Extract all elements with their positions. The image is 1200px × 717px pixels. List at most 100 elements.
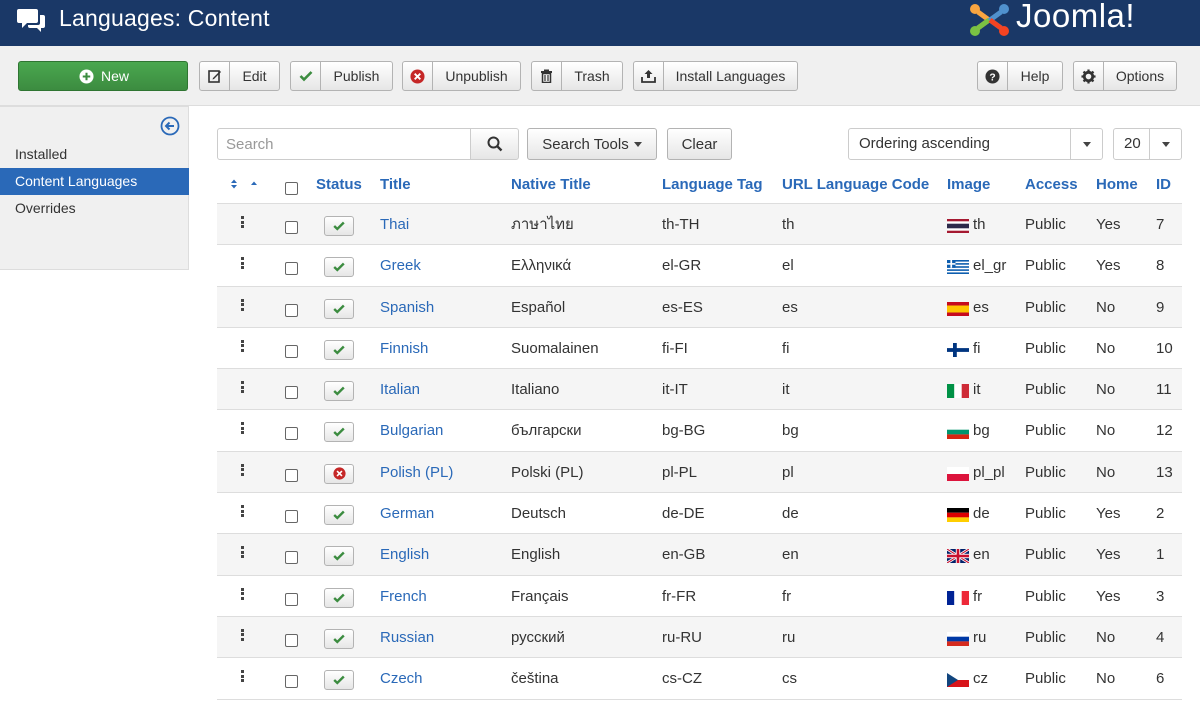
language-title-link[interactable]: Greek [380, 245, 421, 286]
sort-ordering-icon[interactable] [229, 178, 259, 190]
language-id: 2 [1156, 505, 1165, 523]
published-check-icon [333, 345, 345, 355]
drag-handle-icon[interactable] [241, 587, 245, 602]
image-code: es [973, 298, 989, 316]
table-row: French Français fr-FR fr fr Public Yes 3 [217, 576, 1182, 617]
drag-handle-icon[interactable] [241, 339, 245, 354]
drag-handle-icon[interactable] [241, 216, 245, 230]
drag-handle-icon[interactable] [241, 257, 245, 271]
row-checkbox[interactable] [285, 386, 298, 400]
table-body: Thai ภาษาไทย th-TH th th Public Yes 7 Greek Ελλην… [217, 204, 1182, 700]
row-checkbox[interactable] [285, 592, 298, 606]
url-code: es [782, 298, 798, 316]
status-toggle-button[interactable] [324, 298, 354, 319]
url-code: ru [782, 628, 796, 646]
language-tag: de-DE [662, 505, 705, 523]
unpublish-button[interactable]: Unpublish [402, 61, 521, 91]
row-checkbox[interactable] [285, 303, 298, 317]
status-toggle-button[interactable] [324, 463, 354, 484]
drag-handle-icon[interactable] [241, 422, 245, 436]
drag-handle-icon[interactable] [241, 381, 245, 395]
trash-button[interactable]: Trash [531, 61, 623, 91]
col-status[interactable]: Status [316, 164, 362, 204]
language-title-link[interactable]: German [380, 493, 434, 534]
search-input[interactable] [218, 129, 470, 159]
row-checkbox[interactable] [285, 510, 298, 524]
new-button[interactable]: New [18, 61, 188, 91]
status-toggle-button[interactable] [324, 546, 354, 567]
row-checkbox[interactable] [285, 633, 298, 647]
col-access[interactable]: Access [1025, 164, 1078, 204]
sidebar-item-content-languages[interactable]: Content Languages [0, 168, 189, 195]
status-toggle-button[interactable] [324, 422, 354, 443]
status-toggle-button[interactable] [324, 628, 354, 649]
clear-button[interactable]: Clear [667, 128, 732, 160]
language-tag: cs-CZ [662, 670, 702, 688]
status-toggle-button[interactable] [324, 670, 354, 691]
collapse-sidebar-icon[interactable] [160, 116, 180, 136]
drag-handle-icon[interactable] [241, 628, 245, 643]
drag-handle-icon[interactable] [241, 298, 245, 313]
col-image[interactable]: Image [947, 164, 990, 204]
language-title-link[interactable]: Polish (PL) [380, 452, 453, 493]
edit-button[interactable]: Edit [199, 61, 280, 91]
col-id[interactable]: ID [1156, 164, 1171, 204]
row-checkbox[interactable] [285, 262, 298, 276]
table-row: Spanish Español es-ES es es Public No 9 [217, 286, 1182, 328]
status-toggle-button[interactable] [324, 257, 354, 278]
url-code: it [782, 381, 790, 399]
options-button[interactable]: Options [1073, 61, 1177, 91]
limit-select[interactable]: 20 [1113, 128, 1182, 160]
select-all-checkbox[interactable] [285, 182, 298, 195]
language-title-link[interactable]: Thai [380, 204, 409, 245]
access-level: Public [1025, 339, 1066, 357]
language-title-link[interactable]: Italian [380, 369, 420, 410]
row-checkbox[interactable] [285, 675, 298, 689]
row-checkbox[interactable] [285, 468, 298, 482]
sidebar-item-overrides[interactable]: Overrides [0, 195, 189, 222]
status-toggle-button[interactable] [324, 505, 354, 526]
publish-button[interactable]: Publish [290, 61, 393, 91]
language-title-link[interactable]: Russian [380, 617, 434, 658]
language-id: 10 [1156, 339, 1173, 357]
drag-handle-icon[interactable] [241, 670, 245, 684]
help-button[interactable]: ? Help [977, 61, 1063, 91]
col-native-title[interactable]: Native Title [511, 164, 591, 204]
language-title-link[interactable]: English [380, 534, 429, 575]
language-title-link[interactable]: Spanish [380, 287, 434, 328]
flag-icon [947, 342, 969, 357]
language-title-link[interactable]: Czech [380, 658, 423, 699]
sidebar-item-installed[interactable]: Installed [0, 141, 189, 168]
col-language-tag[interactable]: Language Tag [662, 164, 763, 204]
col-title[interactable]: Title [380, 164, 411, 204]
search-button[interactable] [470, 128, 519, 160]
status-toggle-button[interactable] [324, 381, 354, 402]
row-checkbox[interactable] [285, 221, 298, 234]
ordering-select[interactable]: Ordering ascending [848, 128, 1103, 160]
language-title-link[interactable]: Finnish [380, 328, 428, 369]
col-url-code[interactable]: URL Language Code [782, 164, 929, 204]
status-toggle-button[interactable] [324, 339, 354, 360]
url-code: fi [782, 339, 790, 357]
row-checkbox[interactable] [285, 344, 298, 358]
language-title-link[interactable]: French [380, 576, 427, 617]
language-title-link[interactable]: Bulgarian [380, 410, 443, 451]
table-row: Thai ภาษาไทย th-TH th th Public Yes 7 [217, 204, 1182, 246]
install-languages-button[interactable]: Install Languages [633, 61, 798, 91]
flag-icon [947, 301, 969, 316]
col-home[interactable]: Home [1096, 164, 1138, 204]
published-check-icon [333, 510, 345, 520]
row-checkbox[interactable] [285, 427, 298, 441]
chevron-down-icon [1070, 129, 1102, 159]
access-level: Public [1025, 216, 1066, 233]
status-toggle-button[interactable] [324, 216, 354, 236]
drag-handle-icon[interactable] [241, 505, 245, 519]
row-checkbox[interactable] [285, 551, 298, 565]
image-code: it [973, 381, 981, 399]
toolbar: New Edit Publish Unpublish Trash Install… [0, 46, 1200, 106]
drag-handle-icon[interactable] [241, 463, 245, 478]
drag-handle-icon[interactable] [241, 546, 245, 560]
search-tools-button[interactable]: Search Tools [527, 128, 657, 160]
status-toggle-button[interactable] [324, 587, 354, 608]
flag-icon [947, 260, 969, 275]
